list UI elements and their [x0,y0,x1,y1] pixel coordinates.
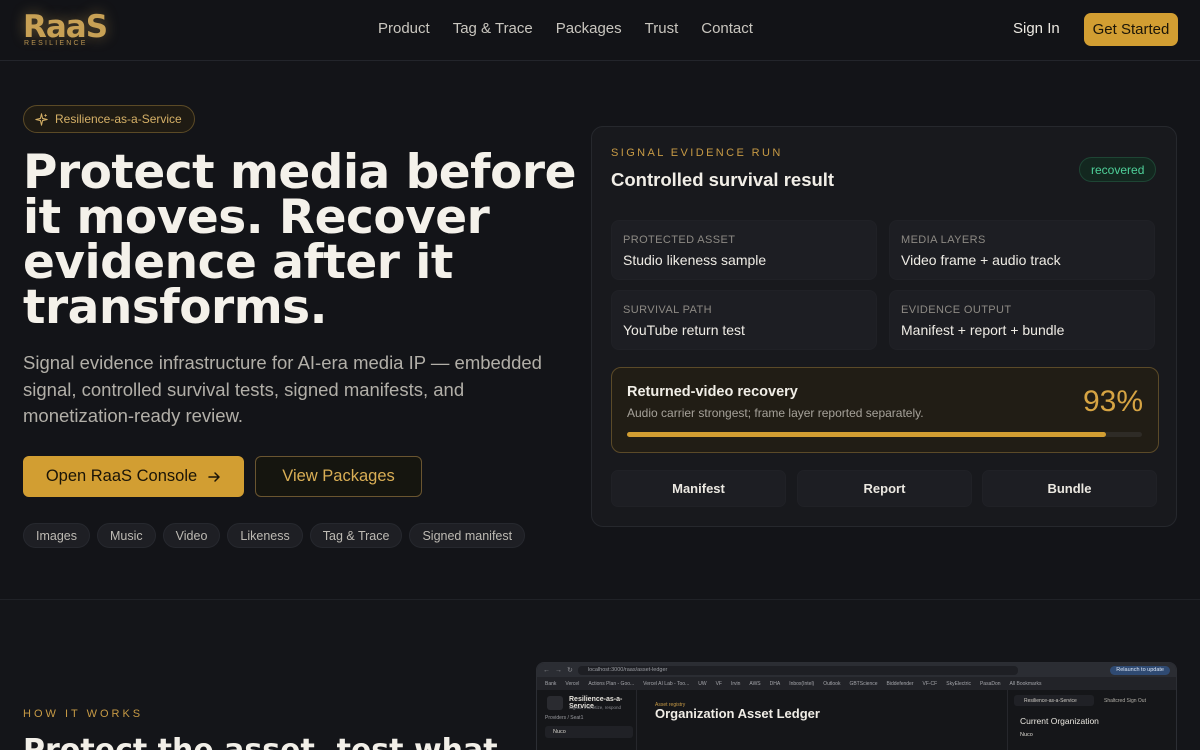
open-console-button[interactable]: Open RaaS Console [23,456,244,497]
tag-images[interactable]: Images [23,523,90,548]
relaunch-badge: Relaunch to update [1110,665,1170,675]
browser-url: localhost:3000/raas/asset-ledger [577,665,1018,675]
console-top-links: Shaltcred Sign Out [1104,698,1146,704]
bookmark-item: All Bookmarks [1009,680,1042,687]
bookmarks-bar: Bank Vercel Actions Plan - Goo... Vercel AI… [537,677,1176,690]
view-packages-button[interactable]: View Packages [255,456,422,497]
bookmark-item: Irvin [730,680,741,687]
org-select: Nuco [545,726,633,738]
arrow-right-icon [208,471,220,482]
stat-value: Studio likeness sample [623,252,767,268]
recovery-progress-track [627,432,1142,437]
forward-icon: → [555,666,562,674]
tag-tag-trace[interactable]: Tag & Trace [309,523,403,548]
media-tags: Images Music Video Likeness Tag & Trace … [23,523,526,548]
bookmark-item: VF-CF [922,680,938,687]
nav-link-trust[interactable]: Trust [645,20,679,37]
stat-survival-path: SURVIVAL PATH YouTube return test [611,290,877,350]
hero-title: Protect media before it moves. Recover e… [23,145,576,335]
stat-media-layers: MEDIA LAYERS Video frame + audio track [889,220,1155,280]
sparkle-icon [35,112,48,126]
card-eyebrow: SIGNAL EVIDENCE RUN [611,147,783,159]
bookmark-item: Bank [545,680,557,687]
hero-badge: Resilience-as-a-Service [23,105,195,133]
stat-label: EVIDENCE OUTPUT [901,304,1012,316]
nav-link-tag-trace[interactable]: Tag & Trace [453,20,533,37]
hero-badge-label: Resilience-as-a-Service [55,112,182,126]
tag-music[interactable]: Music [97,523,156,548]
tag-signed-manifest[interactable]: Signed manifest [409,523,526,548]
bookmark-item: Biddefender [886,680,914,687]
hero-subtitle: Signal evidence infrastructure for AI-er… [23,352,542,426]
evidence-run-card: SIGNAL EVIDENCE RUN Controlled survival … [591,126,1177,527]
bundle-button[interactable]: Bundle [982,470,1157,507]
nav-link-product[interactable]: Product [378,20,430,37]
logo[interactable]: RaaS RESILIENCE [23,10,113,52]
bookmark-item: DHA [769,680,781,687]
report-button[interactable]: Report [797,470,972,507]
stat-label: SURVIVAL PATH [623,304,712,316]
ledger-title: Organization Asset Ledger [655,706,820,721]
logo-wordmark: RaaS [23,9,108,45]
tag-video[interactable]: Video [162,523,221,548]
back-icon: ← [543,666,550,674]
org-selector: Resilience-as-a-Service [1014,695,1094,706]
bookmark-item: Vercel AI Lab - Too... [643,680,690,687]
console-screenshot: ← → ↻ localhost:3000/raas/asset-ledger R… [536,662,1177,750]
app-icon [547,696,563,710]
reload-icon: ↻ [567,667,573,674]
recovery-subtitle: Audio carrier strongest; frame layer rep… [627,406,924,420]
console-sidebar: Resilience-as-a-Service Signal, monetize… [537,690,637,750]
bookmark-item: Vercel [565,680,580,687]
stat-value: YouTube return test [623,322,745,338]
app-tagline: Signal, monetize, respond [569,705,622,710]
top-nav: RaaS RESILIENCE Product Tag & Trace Pack… [0,0,1200,61]
card-title: Controlled survival result [611,169,835,190]
stat-value: Video frame + audio track [901,252,1061,268]
bookmark-item: AWS [749,680,761,687]
manifest-button[interactable]: Manifest [611,470,786,507]
get-started-button[interactable]: Get Started [1084,13,1178,46]
recovery-title: Returned-video recovery [627,384,798,400]
bookmark-item: Outlook [823,680,841,687]
stat-protected-asset: PROTECTED ASSET Studio likeness sample [611,220,877,280]
status-badge: recovered [1079,157,1157,182]
current-org-title: Current Organization [1020,716,1099,726]
how-it-works-title: Protect the asset, test what [23,733,498,750]
console-app: Resilience-as-a-Service Signal, monetize… [537,690,1176,750]
bookmark-item: SkyElectric [946,680,971,687]
nav-link-contact[interactable]: Contact [701,20,753,37]
bookmark-item: UW [698,680,707,687]
nav-links: Product Tag & Trace Packages Trust Conta… [378,20,753,37]
recovery-percent: 93% [1082,385,1143,418]
stat-label: PROTECTED ASSET [623,234,736,246]
bookmark-item: PasaDon [979,680,1001,687]
stat-label: MEDIA LAYERS [901,234,986,246]
browser-toolbar: ← → ↻ localhost:3000/raas/asset-ledger R… [537,663,1176,677]
bookmark-item: VF [715,680,722,687]
bookmark-item: Actions Plan - Goo... [588,680,635,687]
open-console-label: Open RaaS Console [45,467,198,485]
bookmark-item: GBTScience [849,680,878,687]
stat-evidence-output: EVIDENCE OUTPUT Manifest + report + bund… [889,290,1155,350]
bookmark-item: Inbox(Intel) [789,680,815,687]
current-org-name: Nuco [1020,732,1033,738]
recovery-panel: Returned-video recovery Audio carrier st… [611,367,1159,453]
tag-likeness[interactable]: Likeness [227,523,303,548]
sign-in-link[interactable]: Sign In [1013,20,1060,37]
how-it-works-eyebrow: HOW IT WORKS [23,708,144,720]
recovery-progress-fill [627,432,1106,437]
stat-value: Manifest + report + bundle [901,322,1065,338]
nav-link-packages[interactable]: Packages [556,20,622,37]
providers-label: Providers / Seat1 [545,715,584,721]
console-right-panel: Resilience-as-a-Service Shaltcred Sign O… [1007,690,1176,750]
